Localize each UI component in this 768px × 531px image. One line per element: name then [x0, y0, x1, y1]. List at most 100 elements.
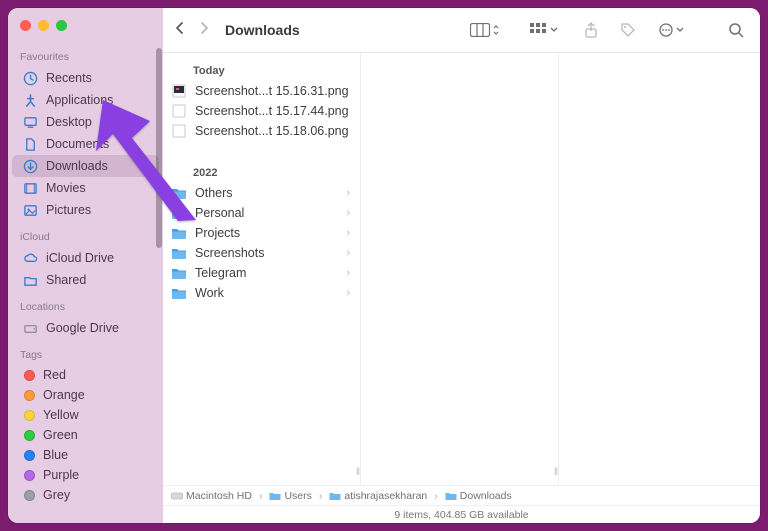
sidebar-scrollbar[interactable] — [155, 48, 162, 513]
minimize-dot[interactable] — [38, 20, 49, 31]
path-bar: Macintosh HD Users atishrajasekharan Downlo… — [163, 485, 760, 505]
sidebar-item-label: Yellow — [43, 408, 79, 422]
folder-row[interactable]: Telegram› — [163, 263, 360, 283]
cloud-icon — [22, 250, 38, 266]
sidebar-item-orange[interactable]: Orange — [12, 385, 159, 405]
folder-icon — [171, 245, 187, 261]
chevron-updown-icon — [492, 23, 500, 37]
sidebar-item-label: Downloads — [46, 159, 108, 173]
share-button[interactable] — [580, 20, 602, 40]
file-icon — [171, 103, 187, 119]
file-column-3 — [559, 53, 760, 485]
folder-row[interactable]: Projects› — [163, 223, 360, 243]
sidebar-item-label: Recents — [46, 71, 92, 85]
chevron-right-icon: › — [346, 247, 352, 259]
actions-button[interactable] — [654, 20, 688, 40]
sidebar-section-tags: Tags — [8, 339, 163, 365]
sidebar-item-label: Purple — [43, 468, 79, 482]
chevron-right-icon: › — [346, 207, 352, 219]
sidebar-item-google-drive[interactable]: Google Drive — [12, 317, 159, 339]
desktop-icon — [22, 114, 38, 130]
shared-icon — [22, 272, 38, 288]
file-name: Screenshot...t 15.18.06.png — [195, 124, 352, 138]
file-name: Others — [195, 186, 338, 200]
back-button[interactable] — [175, 21, 185, 38]
group-button[interactable] — [526, 21, 562, 39]
chevron-right-icon: › — [346, 187, 352, 199]
sidebar-item-red[interactable]: Red — [12, 365, 159, 385]
sidebar-item-recents[interactable]: Recents — [12, 67, 159, 89]
folder-row[interactable]: Others › — [163, 183, 360, 203]
folder-row[interactable]: Personal› — [163, 203, 360, 223]
sidebar-item-shared[interactable]: Shared — [12, 269, 159, 291]
group-header: 2022 — [163, 159, 360, 183]
folder-icon — [171, 285, 187, 301]
tag-dot-icon — [24, 450, 35, 461]
sidebar-item-label: Movies — [46, 181, 86, 195]
sidebar-item-movies[interactable]: Movies — [12, 177, 159, 199]
path-segment[interactable]: Users — [269, 490, 311, 502]
sidebar-item-label: Pictures — [46, 203, 91, 217]
file-column-2: ‖ — [361, 53, 559, 485]
chevron-right-icon: › — [346, 227, 352, 239]
file-name: Telegram — [195, 266, 338, 280]
sidebar-item-purple[interactable]: Purple — [12, 465, 159, 485]
sidebar-section-favourites: Favourites — [8, 41, 163, 67]
toolbar: Downloads — [163, 8, 760, 52]
sidebar-item-label: Shared — [46, 273, 86, 287]
file-icon — [171, 83, 187, 99]
doc-icon — [22, 136, 38, 152]
folder-row[interactable]: Screenshots › — [163, 243, 360, 263]
path-segment[interactable]: Macintosh HD — [171, 490, 252, 502]
path-segment[interactable]: atishrajasekharan — [329, 490, 427, 502]
download-icon — [22, 158, 38, 174]
forward-button[interactable] — [199, 21, 209, 38]
sidebar-item-applications[interactable]: Applications — [12, 89, 159, 111]
main-area: Downloads — [163, 8, 760, 523]
sidebar-item-label: Red — [43, 368, 66, 382]
chevron-right-icon: › — [346, 287, 352, 299]
sidebar-item-label: Orange — [43, 388, 85, 402]
file-row[interactable]: Screenshot...t 15.17.44.png — [163, 101, 360, 121]
photo-icon — [22, 202, 38, 218]
file-name: Screenshot...t 15.16.31.png — [195, 84, 352, 98]
folder-icon — [171, 265, 187, 281]
folder-icon — [269, 490, 281, 502]
folder-icon — [329, 490, 341, 502]
file-row[interactable]: Screenshot...t 15.18.06.png — [163, 121, 360, 141]
sidebar-item-grey[interactable]: Grey — [12, 485, 159, 505]
tag-dot-icon — [24, 410, 35, 421]
sidebar-item-label: Green — [43, 428, 78, 442]
file-row[interactable]: Screenshot...t 15.16.31.png — [163, 81, 360, 101]
path-separator — [316, 490, 326, 502]
sidebar-item-label: Desktop — [46, 115, 92, 129]
app-icon — [22, 92, 38, 108]
close-dot[interactable] — [20, 20, 31, 31]
sidebar-item-downloads[interactable]: Downloads — [12, 155, 159, 177]
search-button[interactable] — [724, 20, 748, 40]
path-segment[interactable]: Downloads — [445, 490, 512, 502]
clock-icon — [22, 70, 38, 86]
file-name: Screenshots — [195, 246, 338, 260]
path-label: Users — [284, 490, 311, 502]
status-bar: 9 items, 404.85 GB available — [163, 505, 760, 523]
window-title: Downloads — [225, 22, 300, 38]
view-columns-button[interactable] — [466, 21, 504, 39]
sidebar-item-yellow[interactable]: Yellow — [12, 405, 159, 425]
sidebar-item-documents[interactable]: Documents — [12, 133, 159, 155]
maximize-dot[interactable] — [56, 20, 67, 31]
sidebar-item-pictures[interactable]: Pictures — [12, 199, 159, 221]
sidebar: Favourites Recents Applications Desktop Docu… — [8, 8, 163, 523]
sidebar-item-icloud-drive[interactable]: iCloud Drive — [12, 247, 159, 269]
folder-row[interactable]: Work› — [163, 283, 360, 303]
sidebar-item-green[interactable]: Green — [12, 425, 159, 445]
column-view: TodayScreenshot...t 15.16.31.pngScreensh… — [163, 52, 760, 485]
tags-button[interactable] — [616, 20, 640, 40]
sidebar-scrollbar-thumb[interactable] — [156, 48, 162, 248]
sidebar-item-blue[interactable]: Blue — [12, 445, 159, 465]
sidebar-item-desktop[interactable]: Desktop — [12, 111, 159, 133]
chevron-down-icon — [550, 25, 558, 35]
tag-dot-icon — [24, 370, 35, 381]
file-name: Screenshot...t 15.17.44.png — [195, 104, 352, 118]
sidebar-section-icloud: iCloud — [8, 221, 163, 247]
